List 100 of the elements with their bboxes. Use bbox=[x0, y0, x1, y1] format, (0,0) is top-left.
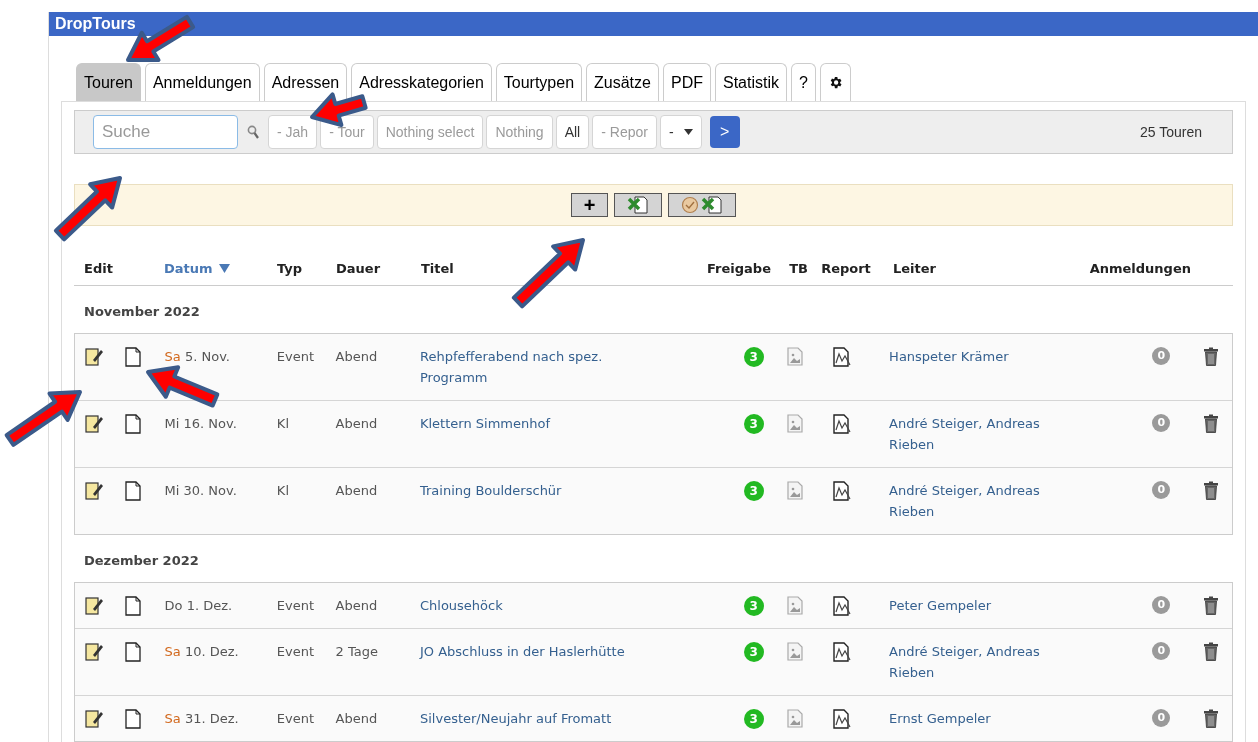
release-badge: 3 bbox=[743, 347, 764, 367]
leader-link[interactable]: Peter Gempeler bbox=[889, 595, 991, 616]
report-icon[interactable] bbox=[833, 347, 852, 367]
tab[interactable]: Zusätze bbox=[586, 63, 659, 101]
edit-icon[interactable] bbox=[84, 347, 103, 367]
edit-icon[interactable] bbox=[84, 596, 103, 616]
excel-check-export-button[interactable] bbox=[668, 193, 737, 217]
month-heading: Dezember 2022 bbox=[84, 553, 199, 568]
settings-tab[interactable] bbox=[819, 63, 851, 101]
edit-icon[interactable] bbox=[84, 414, 103, 434]
document-icon[interactable] bbox=[124, 642, 141, 662]
image-file-icon[interactable] bbox=[786, 596, 803, 615]
leader-link[interactable]: André Steiger, Andreas Rieben bbox=[889, 641, 1051, 683]
tour-title-link[interactable]: Rehpfefferabend nach spez. Programm bbox=[419, 346, 673, 388]
document-icon[interactable] bbox=[124, 414, 141, 434]
leader-link[interactable]: André Steiger, Andreas Rieben bbox=[889, 480, 1051, 522]
release-badge: 3 bbox=[743, 596, 764, 616]
tab[interactable]: Statistik bbox=[714, 63, 787, 101]
registrations-badge: 0 bbox=[1152, 481, 1171, 499]
date-text: 31. Dez. bbox=[184, 711, 239, 726]
image-file-icon[interactable] bbox=[786, 347, 803, 366]
trash-icon[interactable] bbox=[1203, 481, 1220, 500]
tab[interactable]: Touren bbox=[76, 63, 141, 101]
registrations-badge: 0 bbox=[1152, 709, 1171, 727]
trash-icon[interactable] bbox=[1203, 414, 1220, 433]
column-header[interactable]: Dauer bbox=[336, 258, 381, 279]
leader-link[interactable]: Ernst Gempeler bbox=[889, 708, 991, 729]
search-field[interactable]: Suche bbox=[93, 115, 238, 149]
column-header[interactable]: Anmeldungen bbox=[1089, 258, 1191, 279]
type-cell: Event bbox=[276, 598, 315, 613]
trash-icon[interactable] bbox=[1203, 709, 1220, 728]
edit-icon[interactable] bbox=[84, 709, 103, 729]
column-header[interactable]: Edit bbox=[84, 258, 113, 279]
sort-down-icon bbox=[218, 264, 230, 273]
date-text: 1. Dez. bbox=[186, 598, 233, 613]
column-header[interactable]: Report bbox=[821, 258, 871, 279]
column-header[interactable]: Titel bbox=[421, 258, 454, 279]
weekday: Sa bbox=[164, 349, 181, 364]
weekday: Sa bbox=[164, 711, 181, 726]
image-file-icon[interactable] bbox=[786, 414, 803, 433]
tab[interactable]: PDF bbox=[662, 63, 711, 101]
image-file-icon[interactable] bbox=[786, 642, 803, 661]
tour-title-link[interactable]: Klettern Simmenhof bbox=[419, 413, 550, 434]
column-header[interactable]: Freigabe bbox=[707, 258, 771, 279]
tour-title-link[interactable]: Silvester/Neujahr auf Fromatt bbox=[419, 708, 612, 729]
go-button[interactable]: > bbox=[709, 116, 740, 148]
add-button[interactable]: + bbox=[570, 193, 609, 217]
report-icon[interactable] bbox=[833, 596, 852, 616]
duration-cell: Abend bbox=[335, 598, 378, 613]
sorted-column-header[interactable]: Datum bbox=[164, 258, 230, 279]
column-header[interactable]: TB bbox=[789, 258, 808, 279]
tour-title-link[interactable]: Training Boulderschür bbox=[419, 480, 562, 501]
filter-select[interactable]: All bbox=[555, 115, 590, 149]
date-text: 5. Nov. bbox=[184, 349, 230, 364]
duration-cell: Abend bbox=[335, 416, 378, 431]
registrations-badge: 0 bbox=[1152, 347, 1171, 365]
date-text: 10. Dez. bbox=[184, 644, 239, 659]
type-cell: Kl bbox=[276, 416, 289, 431]
trash-icon[interactable] bbox=[1203, 642, 1220, 661]
report-icon[interactable] bbox=[833, 709, 852, 729]
report-icon[interactable] bbox=[833, 481, 852, 501]
trash-icon[interactable] bbox=[1203, 596, 1220, 615]
image-file-icon[interactable] bbox=[786, 481, 803, 500]
tab[interactable]: Adressen bbox=[263, 63, 348, 101]
edit-icon[interactable] bbox=[84, 642, 103, 662]
leader-link[interactable]: Hanspeter Krämer bbox=[889, 346, 1009, 367]
excel-icon bbox=[627, 196, 650, 214]
document-icon[interactable] bbox=[124, 481, 141, 501]
tab[interactable]: ? bbox=[791, 63, 816, 101]
report-icon[interactable] bbox=[833, 414, 852, 434]
edit-icon[interactable] bbox=[84, 481, 103, 501]
column-header[interactable]: Typ bbox=[277, 258, 303, 279]
tour-title-link[interactable]: Chlousehöck bbox=[419, 595, 503, 616]
tab[interactable]: Adresskategorien bbox=[351, 63, 492, 101]
image-file-icon[interactable] bbox=[786, 709, 803, 728]
month-heading: November 2022 bbox=[84, 304, 200, 319]
document-icon[interactable] bbox=[124, 709, 141, 729]
document-icon[interactable] bbox=[124, 596, 141, 616]
type-cell: Event bbox=[276, 711, 315, 726]
column-header[interactable]: Leiter bbox=[893, 258, 936, 279]
leader-link[interactable]: André Steiger, Andreas Rieben bbox=[889, 413, 1051, 455]
type-cell: Kl bbox=[276, 483, 289, 498]
check-circle-icon bbox=[681, 196, 700, 214]
duration-cell: Abend bbox=[335, 711, 378, 726]
report-icon[interactable] bbox=[833, 642, 852, 662]
registrations-badge: 0 bbox=[1152, 642, 1171, 660]
excel-export-button[interactable] bbox=[614, 193, 663, 217]
tour-title-link[interactable]: JO Abschluss in der Haslerhütte bbox=[419, 641, 625, 662]
tab[interactable]: Tourtypen bbox=[495, 63, 583, 101]
app-title: DropTours bbox=[55, 14, 136, 34]
trash-icon[interactable] bbox=[1203, 347, 1220, 366]
tab[interactable]: Anmeldungen bbox=[144, 63, 260, 101]
search-icon[interactable] bbox=[247, 125, 259, 139]
type-cell: Event bbox=[276, 349, 315, 364]
caret-icon bbox=[683, 129, 693, 135]
date-text: 16. Nov. bbox=[183, 416, 237, 431]
registrations-badge: 0 bbox=[1152, 414, 1171, 432]
weekday: Mi bbox=[164, 416, 180, 431]
document-icon[interactable] bbox=[124, 347, 141, 367]
filter-select[interactable]: - bbox=[659, 115, 702, 149]
